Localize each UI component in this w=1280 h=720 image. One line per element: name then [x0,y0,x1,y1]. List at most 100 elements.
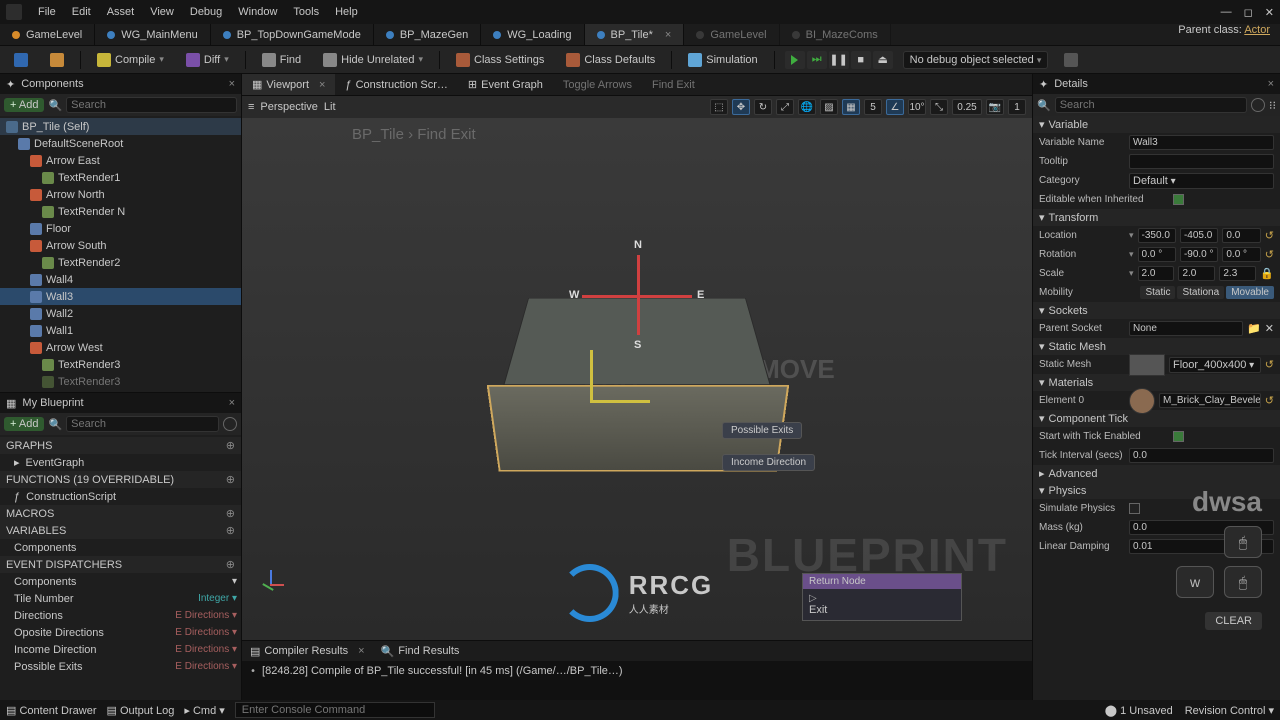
component-root[interactable]: BP_Tile (Self) [0,118,241,135]
component-item[interactable]: Wall2 [0,305,241,322]
doc-tab[interactable]: WG_MainMenu [95,24,210,45]
browse-button[interactable] [44,51,70,69]
tab-togglearrows[interactable]: Toggle Arrows [553,74,642,95]
reset-icon[interactable]: ↺ [1265,248,1274,261]
component-item[interactable]: Arrow West [0,339,241,356]
component-item[interactable]: TextRender1 [0,169,241,186]
simulation-button[interactable]: Simulation [682,51,763,69]
rot-z-input[interactable] [1222,247,1260,262]
doc-tab[interactable]: BI_MazeComs [780,24,891,45]
loc-y-input[interactable] [1180,228,1218,243]
tick-enabled-checkbox[interactable] [1173,431,1184,442]
pin-income-direction[interactable]: Income Direction [722,454,815,471]
content-drawer-button[interactable]: ▤ Content Drawer [6,704,97,717]
eject-button[interactable]: ⏏ [873,51,893,69]
window-close-icon[interactable]: ✕ [1265,6,1274,19]
menu-debug[interactable]: Debug [190,6,222,18]
component-item[interactable]: DefaultSceneRoot [0,135,241,152]
add-icon[interactable]: ⊕ [226,473,235,486]
details-search-input[interactable] [1055,97,1247,113]
simulate-physics-checkbox[interactable] [1129,503,1140,514]
clear-button[interactable]: CLEAR [1205,612,1262,630]
doc-tab[interactable]: BP_MazeGen [374,24,481,45]
filter-icon[interactable]: ⁝⁝ [1269,99,1276,112]
select-mode-icon[interactable]: ⬚ [710,99,728,115]
diff-button[interactable]: Diff▾ [180,51,235,69]
menu-view[interactable]: View [150,6,174,18]
component-item[interactable]: Floor [0,220,241,237]
component-item[interactable]: Arrow North [0,186,241,203]
close-icon[interactable]: × [358,645,364,657]
lit-dropdown[interactable]: Lit [324,101,336,113]
component-item[interactable]: TextRender2 [0,254,241,271]
coord-space-icon[interactable]: 🌐 [798,99,816,115]
rotate-mode-icon[interactable]: ↻ [754,99,772,115]
play-button[interactable] [785,51,805,69]
tab-viewport[interactable]: ▦Viewport× [242,74,335,95]
window-minimize-icon[interactable]: — [1221,6,1232,19]
component-item[interactable]: Wall4 [0,271,241,288]
tab-findexit[interactable]: Find Exit [642,74,705,95]
tick-interval-input[interactable] [1129,448,1274,463]
grid-snap-toggle[interactable]: ▦ [842,99,860,115]
section-transform[interactable]: ▾ Transform [1033,209,1280,226]
class-defaults-button[interactable]: Class Defaults [560,51,661,69]
reset-icon[interactable]: ↺ [1265,229,1274,242]
add-component-button[interactable]: + Add [4,98,44,112]
staticmesh-dropdown[interactable]: Floor_400x400 ▾ [1169,357,1261,373]
gear-icon[interactable] [223,417,237,431]
parent-class-link[interactable]: Actor [1244,24,1270,36]
doc-tab[interactable]: BP_TopDownGameMode [211,24,374,45]
mobility-movable[interactable]: Movable [1226,286,1274,299]
tab-compiler-results[interactable]: ▤Compiler Results× [242,641,373,661]
rot-x-input[interactable] [1138,247,1176,262]
scl-x-input[interactable] [1138,266,1175,281]
myblueprint-search-input[interactable] [66,416,219,432]
section-componenttick[interactable]: ▾ Component Tick [1033,410,1280,427]
section-materials[interactable]: ▾ Materials [1033,374,1280,391]
angle-snap-toggle[interactable]: ∠ [886,99,904,115]
tab-eventgraph[interactable]: ⊞Event Graph [458,74,553,95]
clear-icon[interactable]: ✕ [1265,322,1274,335]
scl-z-input[interactable] [1219,266,1256,281]
variable-item[interactable]: Components [0,539,241,556]
angle-snap-value[interactable]: 10° [908,99,926,115]
viewport-menu-icon[interactable]: ≡ [248,101,254,113]
component-item[interactable]: TextRender3 [0,356,241,373]
variable-item[interactable]: Oposite DirectionsE Directions ▾ [0,624,241,641]
close-icon[interactable]: × [229,78,235,90]
doc-tab-active[interactable]: BP_Tile*× [585,24,685,45]
menu-window[interactable]: Window [238,6,277,18]
component-item[interactable]: Arrow East [0,152,241,169]
add-icon[interactable]: ⊕ [226,439,235,452]
add-blueprint-button[interactable]: + Add [4,417,44,431]
parent-socket-input[interactable]: None [1129,321,1243,336]
output-log-button[interactable]: ▤ Output Log [107,704,175,717]
graph-item[interactable]: ▸EventGraph [0,454,241,471]
reset-icon[interactable]: ↺ [1265,394,1274,407]
grid-snap-value[interactable]: 5 [864,99,882,115]
tab-find-results[interactable]: 🔍Find Results [373,641,468,661]
components-panel-header[interactable]: ✦ Components × [0,74,241,94]
component-item[interactable]: Wall3 [0,288,241,305]
section-dispatchers[interactable]: EVENT DISPATCHERS⊕ [0,556,241,573]
doc-tab[interactable]: WG_Loading [481,24,584,45]
scl-y-input[interactable] [1178,266,1215,281]
section-macros[interactable]: MACROS⊕ [0,505,241,522]
material-thumbnail[interactable] [1129,388,1155,414]
mobility-static[interactable]: Static [1140,286,1175,299]
function-item[interactable]: ƒConstructionScript [0,488,241,505]
details-panel-header[interactable]: ✦ Details × [1033,74,1280,94]
pin-possible-exits[interactable]: Possible Exits [722,422,802,439]
menu-asset[interactable]: Asset [107,6,135,18]
translate-mode-icon[interactable]: ✥ [732,99,750,115]
section-graphs[interactable]: GRAPHS⊕ [0,437,241,454]
variable-name-input[interactable] [1129,135,1274,150]
variable-item[interactable]: DirectionsE Directions ▾ [0,607,241,624]
add-icon[interactable]: ⊕ [226,558,235,571]
viewport-3d[interactable]: BP_Tile › Find Exit ADD REMOVE N S E W P… [242,118,1032,640]
surface-snap-icon[interactable]: ▨ [820,99,838,115]
scale-mode-icon[interactable]: ⤢ [776,99,794,115]
section-sockets[interactable]: ▾ Sockets [1033,302,1280,319]
scale-snap-value[interactable]: 0.25 [952,99,982,115]
